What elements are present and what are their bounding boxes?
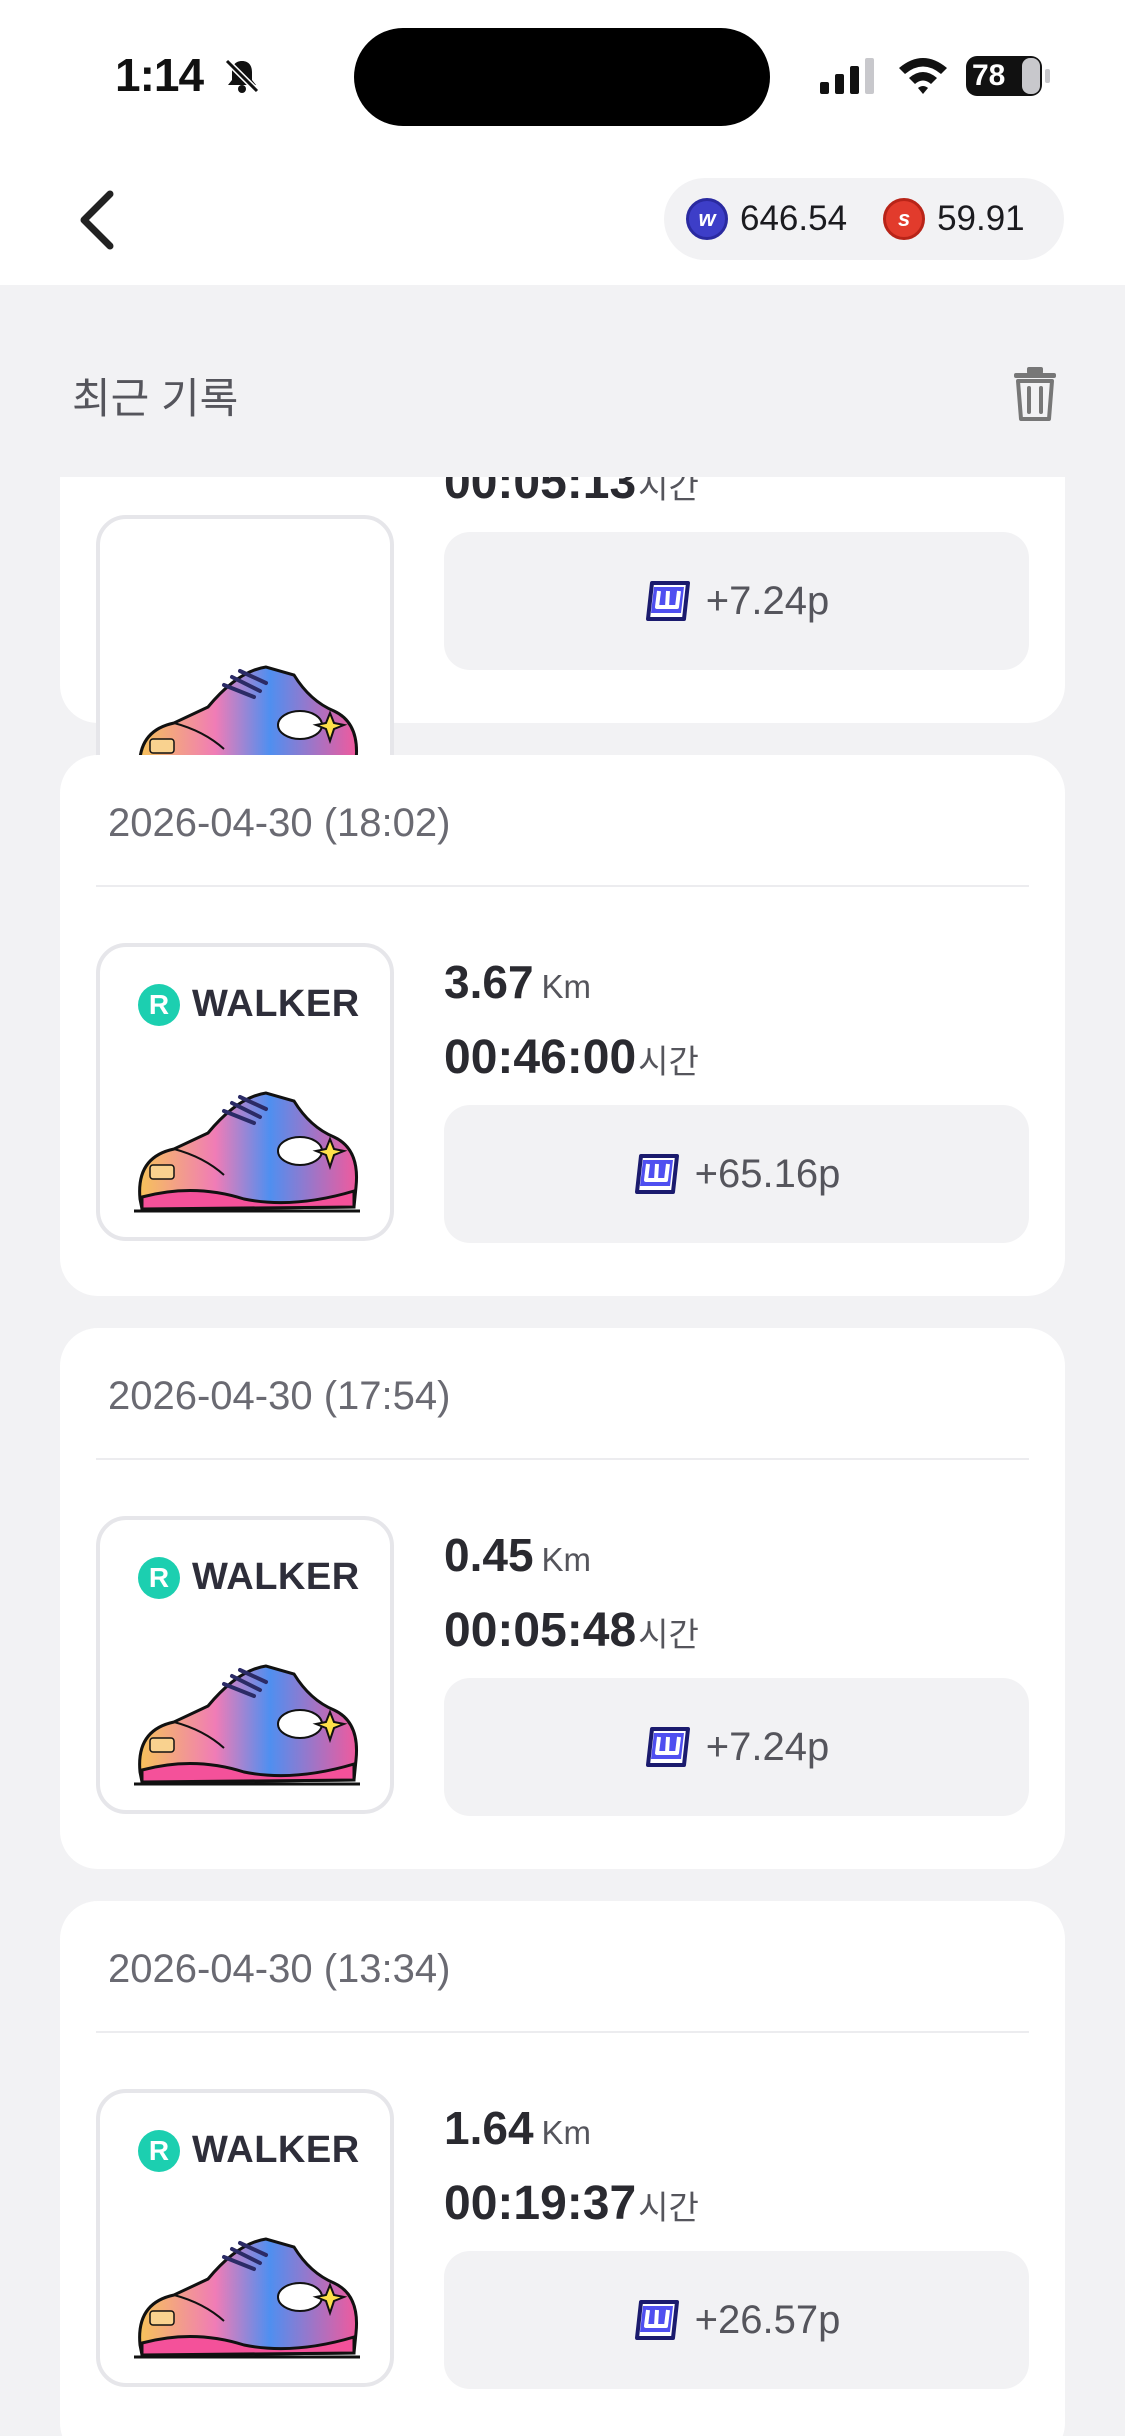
reward-badge: +65.16p <box>444 1105 1029 1243</box>
reward-badge: +7.24p <box>444 532 1029 670</box>
wifi-icon <box>899 58 947 94</box>
record-distance: 1.64 Km <box>444 2102 592 2154</box>
record-date: 2026-04-30 (17:54) <box>108 1374 451 1418</box>
s-coin-icon: s <box>883 198 926 240</box>
s-points-value: 59.91 <box>937 199 1025 238</box>
reward-badge: +26.57p <box>444 2251 1029 2389</box>
divider <box>96 885 1029 887</box>
w-coin-icon: w <box>686 198 728 240</box>
record-duration: 00:05:48시간 <box>444 1604 699 1657</box>
recent-records-header: 최근 기록 <box>0 285 1125 477</box>
r-logo-icon: R <box>138 2129 180 2172</box>
record-duration: 00:46:00시간 <box>444 1031 699 1084</box>
status-time: 1:14 <box>115 49 204 101</box>
record-duration: 00:19:37시간 <box>444 2177 699 2230</box>
battery-level: 78 <box>972 59 1006 92</box>
back-chevron-icon[interactable] <box>70 188 126 252</box>
dynamic-island <box>354 28 770 126</box>
record-date: 2026-04-30 (13:34) <box>108 1947 451 1991</box>
record-card[interactable]: 2026-04-30 (18:02) R WALKER 3.67 Km 00:46… <box>60 755 1065 1296</box>
sneaker-image <box>134 2237 360 2359</box>
sneaker-image <box>134 1091 360 1213</box>
brand-logo: R WALKER <box>138 983 360 1026</box>
w-point-icon <box>634 2300 679 2340</box>
record-distance: 3.67 Km <box>444 956 592 1008</box>
reward-badge: +7.24p <box>444 1678 1029 1816</box>
points-balance[interactable]: w 646.54 s 59.91 <box>664 178 1064 260</box>
brand-logo: R WALKER <box>138 1556 360 1599</box>
trash-icon[interactable] <box>1012 367 1058 421</box>
w-point-icon <box>634 1154 679 1194</box>
w-point-icon <box>645 1727 690 1767</box>
record-distance: 0.45 Km <box>444 1529 592 1581</box>
record-card[interactable]: 2026-04-30 (13:34) R WALKER 1.64 Km 00:19… <box>60 1901 1065 2436</box>
section-title: 최근 기록 <box>72 375 239 422</box>
shoe-thumbnail: R WALKER <box>96 2089 394 2387</box>
r-logo-icon: R <box>138 983 180 1026</box>
w-point-icon <box>645 581 690 621</box>
record-card[interactable]: 2026-04-30 (17:54) R WALKER 0.45 Km 00:05… <box>60 1328 1065 1869</box>
shoe-thumbnail: R WALKER <box>96 1516 394 1814</box>
cellular-signal-icon <box>820 58 874 94</box>
sneaker-image <box>134 1664 360 1786</box>
divider <box>96 2031 1029 2033</box>
r-logo-icon: R <box>138 1556 180 1599</box>
divider <box>96 1458 1029 1460</box>
battery-icon: 78 <box>966 56 1052 96</box>
bell-muted-icon <box>224 58 260 94</box>
record-date: 2026-04-30 (18:02) <box>108 801 451 845</box>
status-bar: 1:14 78 <box>0 0 1125 150</box>
shoe-thumbnail: R WALKER <box>96 943 394 1241</box>
w-points-value: 646.54 <box>740 199 848 238</box>
brand-logo: R WALKER <box>138 2129 360 2172</box>
app-header: w 646.54 s 59.91 <box>0 150 1125 285</box>
